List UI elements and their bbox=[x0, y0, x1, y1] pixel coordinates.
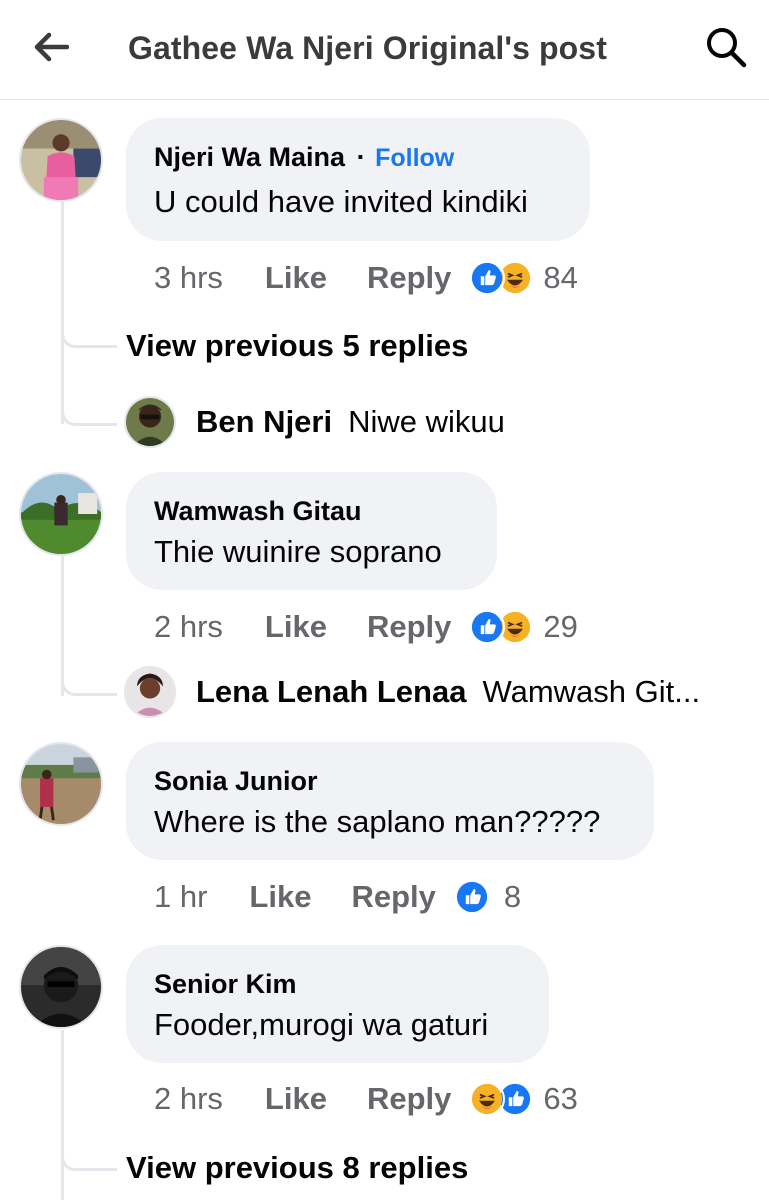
comment-time[interactable]: 2 hrs bbox=[154, 1081, 223, 1117]
like-reaction-icon bbox=[469, 609, 506, 645]
view-previous-replies-link[interactable]: View previous 5 replies bbox=[126, 328, 468, 364]
reactions[interactable]: 63 bbox=[469, 1081, 578, 1117]
thread-connector bbox=[61, 660, 117, 696]
avatar[interactable] bbox=[19, 118, 103, 202]
view-previous-replies-link[interactable]: View previous 8 replies bbox=[126, 1150, 468, 1186]
thread-connector bbox=[61, 312, 117, 348]
reactions[interactable]: 84 bbox=[469, 260, 578, 296]
comment-actions: 2 hrs Like Reply 29 bbox=[154, 605, 578, 649]
reactions[interactable]: 8 bbox=[453, 879, 522, 915]
reply-author[interactable]: Ben Njeri bbox=[196, 404, 332, 440]
avatar[interactable] bbox=[124, 396, 176, 448]
avatar[interactable] bbox=[19, 945, 103, 1029]
like-button[interactable]: Like bbox=[265, 260, 327, 296]
thread-connector bbox=[61, 390, 117, 426]
search-icon bbox=[705, 26, 747, 73]
follow-button[interactable]: Follow bbox=[375, 144, 454, 172]
reply-author[interactable]: Lena Lenah Lenaa bbox=[196, 674, 466, 710]
like-reaction-icon bbox=[453, 879, 490, 915]
like-button[interactable]: Like bbox=[249, 879, 311, 915]
reaction-count: 84 bbox=[543, 260, 578, 295]
comment-actions: 2 hrs Like Reply 63 bbox=[154, 1077, 578, 1121]
comment-bubble: Wamwash Gitau Thie wuinire soprano bbox=[126, 472, 497, 590]
reactions[interactable]: 29 bbox=[469, 609, 578, 645]
avatar[interactable] bbox=[19, 472, 103, 556]
comment-time[interactable]: 1 hr bbox=[154, 879, 207, 915]
comment-actions: 3 hrs Like Reply 84 bbox=[154, 256, 578, 300]
arrow-left-icon bbox=[33, 32, 70, 67]
reply-button[interactable]: Reply bbox=[367, 1081, 451, 1117]
thread-connector bbox=[61, 1135, 117, 1171]
comment-author[interactable]: Wamwash Gitau bbox=[154, 496, 362, 527]
reaction-count: 8 bbox=[503, 879, 522, 914]
back-button[interactable] bbox=[28, 26, 74, 72]
comment-author-line: Njeri Wa Maina · Follow bbox=[154, 142, 454, 173]
reply-button[interactable]: Reply bbox=[351, 879, 435, 915]
comment-bubble: Senior Kim Fooder,murogi wa gaturi bbox=[126, 945, 549, 1063]
reply-button[interactable]: Reply bbox=[367, 260, 451, 296]
like-reaction-icon bbox=[469, 260, 506, 296]
reaction-count: 29 bbox=[543, 609, 578, 644]
comment-bubble: Njeri Wa Maina · Follow U could have inv… bbox=[126, 118, 590, 241]
comment-text: Thie wuinire soprano bbox=[154, 534, 442, 569]
like-button[interactable]: Like bbox=[265, 609, 327, 645]
thread-line bbox=[61, 1030, 64, 1200]
search-button[interactable] bbox=[700, 24, 752, 74]
reply-text: Wamwash Git... bbox=[482, 674, 701, 709]
reply-preview[interactable]: Lena Lenah Lenaa Wamwash Git... bbox=[124, 666, 700, 718]
reply-preview[interactable]: Ben Njeri Niwe wikuu bbox=[124, 396, 505, 448]
comment-author[interactable]: Senior Kim bbox=[154, 969, 297, 1000]
like-button[interactable]: Like bbox=[265, 1081, 327, 1117]
haha-reaction-icon bbox=[469, 1081, 506, 1117]
comment-text: Where is the saplano man????? bbox=[154, 804, 601, 839]
comment-time[interactable]: 3 hrs bbox=[154, 260, 223, 296]
reply-button[interactable]: Reply bbox=[367, 609, 451, 645]
comment-text: Fooder,murogi wa gaturi bbox=[154, 1007, 489, 1042]
top-bar: Gathee Wa Njeri Original's post bbox=[0, 0, 769, 100]
reply-text: Niwe wikuu bbox=[348, 404, 505, 439]
comment-actions: 1 hr Like Reply 8 bbox=[154, 875, 521, 919]
comment-text: U could have invited kindiki bbox=[154, 184, 528, 219]
separator-dot: · bbox=[356, 142, 366, 172]
comment-author[interactable]: Sonia Junior bbox=[154, 766, 318, 797]
avatar[interactable] bbox=[124, 666, 176, 718]
comment-time[interactable]: 2 hrs bbox=[154, 609, 223, 645]
page-title: Gathee Wa Njeri Original's post bbox=[128, 30, 607, 66]
comment-author[interactable]: Njeri Wa Maina bbox=[154, 142, 345, 172]
comment-bubble: Sonia Junior Where is the saplano man???… bbox=[126, 742, 654, 860]
reaction-count: 63 bbox=[543, 1081, 578, 1116]
avatar[interactable] bbox=[19, 742, 103, 826]
